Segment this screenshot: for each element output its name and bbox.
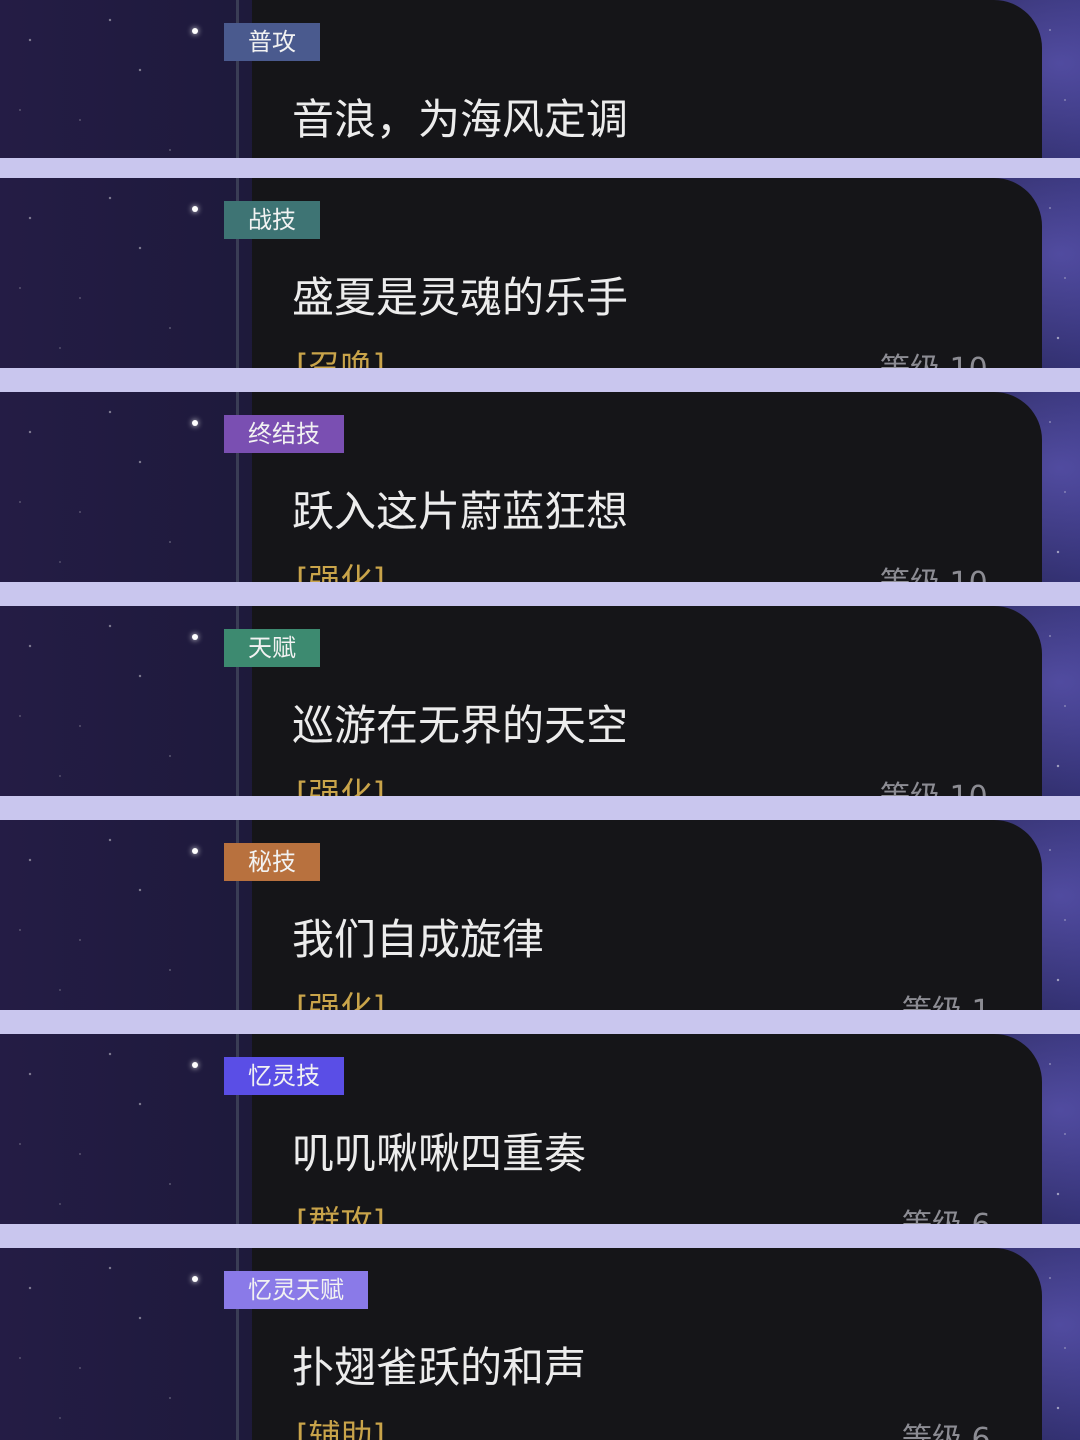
skill-level: 等级 1: [902, 992, 991, 1010]
starfield-left: [0, 178, 240, 368]
starfield-left: [0, 820, 240, 1010]
skill-tag: 普攻: [224, 23, 320, 61]
skill-card-memosprite-skill[interactable]: 忆灵技 叽叽啾啾四重奏 [群攻] 等级 6: [0, 1034, 1080, 1224]
star-icon: [192, 1062, 198, 1068]
skill-tag: 忆灵天赋: [224, 1271, 368, 1309]
skill-tag: 战技: [224, 201, 320, 239]
star-icon: [192, 28, 198, 34]
starfield-left: [0, 606, 240, 796]
skill-card-basic-attack[interactable]: 普攻 音浪，为海风定调: [0, 0, 1080, 158]
star-icon: [192, 420, 198, 426]
starfield-right: [1040, 820, 1080, 1010]
starfield-left: [0, 1034, 240, 1224]
skill-type: [强化]: [296, 561, 385, 582]
skill-title: 音浪，为海风定调: [292, 95, 629, 144]
skill-card-skill[interactable]: 战技 盛夏是灵魂的乐手 [召唤] 等级 10: [0, 178, 1080, 368]
separator: [0, 158, 1080, 178]
star-icon: [192, 848, 198, 854]
star-icon: [192, 1276, 198, 1282]
skill-screenshot-collage: 普攻 音浪，为海风定调 战技 盛夏是灵魂的乐手 [召唤] 等级 10 终结技 跃…: [0, 0, 1080, 1440]
starfield-left: [0, 1248, 240, 1440]
skill-tag: 终结技: [224, 415, 344, 453]
starfield-right: [1040, 178, 1080, 368]
skill-type: [强化]: [296, 989, 385, 1010]
separator: [0, 1224, 1080, 1248]
skill-type: [群攻]: [296, 1203, 385, 1224]
skill-type: [召唤]: [296, 347, 385, 368]
star-icon: [192, 206, 198, 212]
skill-title: 巡游在无界的天空: [292, 701, 629, 750]
skill-tag: 忆灵技: [224, 1057, 344, 1095]
skill-tag: 秘技: [224, 843, 320, 881]
starfield-right: [1040, 606, 1080, 796]
starfield-right: [1040, 0, 1080, 158]
skill-title: 我们自成旋律: [292, 915, 545, 964]
star-icon: [192, 634, 198, 640]
skill-title: 叽叽啾啾四重奏: [292, 1129, 587, 1178]
skill-card-ultimate[interactable]: 终结技 跃入这片蔚蓝狂想 [强化] 等级 10: [0, 392, 1080, 582]
starfield-right: [1040, 1248, 1080, 1440]
skill-tag: 天赋: [224, 629, 320, 667]
skill-level: 等级 6: [902, 1422, 991, 1440]
starfield-right: [1040, 1034, 1080, 1224]
starfield-left: [0, 392, 240, 582]
skill-card-memosprite-talent[interactable]: 忆灵天赋 扑翅雀跃的和声 [辅助] 等级 6: [0, 1248, 1080, 1440]
skill-type: [辅助]: [296, 1417, 385, 1440]
skill-title: 扑翅雀跃的和声: [292, 1343, 587, 1392]
skill-level: 等级 10: [880, 778, 988, 796]
skill-type: [强化]: [296, 775, 385, 796]
starfield-left: [0, 0, 240, 158]
skill-level: 等级 10: [880, 564, 988, 582]
skill-level: 等级 6: [902, 1206, 991, 1224]
separator: [0, 1010, 1080, 1034]
skill-level: 等级 10: [880, 350, 988, 368]
separator: [0, 796, 1080, 820]
skill-card-technique[interactable]: 秘技 我们自成旋律 [强化] 等级 1: [0, 820, 1080, 1010]
skill-title: 盛夏是灵魂的乐手: [292, 273, 629, 322]
separator: [0, 368, 1080, 392]
skill-title: 跃入这片蔚蓝狂想: [292, 487, 629, 536]
starfield-right: [1040, 392, 1080, 582]
separator: [0, 582, 1080, 606]
skill-card-talent[interactable]: 天赋 巡游在无界的天空 [强化] 等级 10: [0, 606, 1080, 796]
